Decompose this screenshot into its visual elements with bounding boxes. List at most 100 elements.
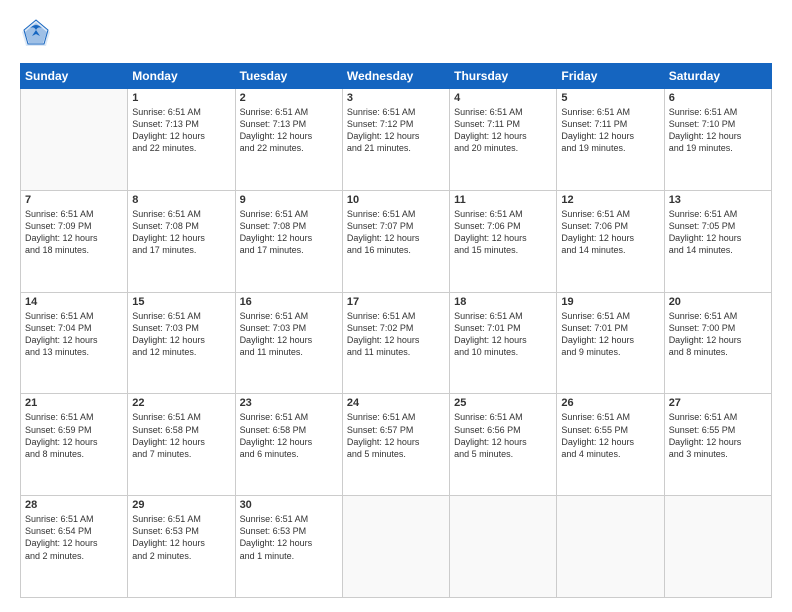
calendar-cell: 16 Sunrise: 6:51 AM Sunset: 7:03 PM Dayli… <box>235 292 342 394</box>
calendar-cell: 23 Sunrise: 6:51 AM Sunset: 6:58 PM Dayli… <box>235 394 342 496</box>
day-number: 21 <box>25 397 123 409</box>
logo <box>20 18 54 53</box>
calendar-cell: 12Sunrise: 6:51 AM Sunset: 7:06 PM Dayli… <box>557 190 664 292</box>
day-number: 6 <box>669 92 767 104</box>
page: SundayMondayTuesdayWednesdayThursdayFrid… <box>0 0 792 612</box>
day-number: 30 <box>240 499 338 511</box>
calendar-cell: 14 Sunrise: 6:51 AM Sunset: 7:04 PM Dayli… <box>21 292 128 394</box>
calendar-cell: 27 Sunrise: 6:51 AM Sunset: 6:55 PM Dayli… <box>664 394 771 496</box>
day-number: 13 <box>669 194 767 206</box>
day-info: Sunrise: 6:51 AM Sunset: 6:54 PM Dayligh… <box>25 513 123 562</box>
day-info: Sunrise: 6:51 AM Sunset: 7:11 PM Dayligh… <box>561 106 659 155</box>
day-number: 14 <box>25 296 123 308</box>
day-info: Sunrise: 6:51 AM Sunset: 7:01 PM Dayligh… <box>454 310 552 359</box>
calendar-cell <box>450 496 557 598</box>
day-info: Sunrise: 6:51 AM Sunset: 7:06 PM Dayligh… <box>454 208 552 257</box>
logo-icon <box>20 18 52 48</box>
day-info: Sunrise: 6:51 AM Sunset: 7:05 PM Dayligh… <box>669 208 767 257</box>
calendar-cell <box>664 496 771 598</box>
calendar-cell <box>557 496 664 598</box>
calendar-cell: 1 Sunrise: 6:51 AM Sunset: 7:13 PM Daylig… <box>128 89 235 191</box>
day-info: Sunrise: 6:51 AM Sunset: 6:53 PM Dayligh… <box>132 513 230 562</box>
day-number: 19 <box>561 296 659 308</box>
day-info: Sunrise: 6:51 AM Sunset: 7:13 PM Dayligh… <box>240 106 338 155</box>
day-info: Sunrise: 6:51 AM Sunset: 7:11 PM Dayligh… <box>454 106 552 155</box>
day-info: Sunrise: 6:51 AM Sunset: 7:03 PM Dayligh… <box>240 310 338 359</box>
calendar-cell: 19 Sunrise: 6:51 AM Sunset: 7:01 PM Dayli… <box>557 292 664 394</box>
day-info: Sunrise: 6:51 AM Sunset: 7:10 PM Dayligh… <box>669 106 767 155</box>
calendar-cell: 3Sunrise: 6:51 AM Sunset: 7:12 PM Daylig… <box>342 89 449 191</box>
day-info: Sunrise: 6:51 AM Sunset: 7:04 PM Dayligh… <box>25 310 123 359</box>
day-info: Sunrise: 6:51 AM Sunset: 6:58 PM Dayligh… <box>132 411 230 460</box>
calendar-cell: 21 Sunrise: 6:51 AM Sunset: 6:59 PM Dayli… <box>21 394 128 496</box>
day-number: 17 <box>347 296 445 308</box>
day-info: Sunrise: 6:51 AM Sunset: 7:03 PM Dayligh… <box>132 310 230 359</box>
weekday-header-tuesday: Tuesday <box>235 64 342 89</box>
day-number: 16 <box>240 296 338 308</box>
day-number: 4 <box>454 92 552 104</box>
day-number: 25 <box>454 397 552 409</box>
calendar-cell: 25 Sunrise: 6:51 AM Sunset: 6:56 PM Dayli… <box>450 394 557 496</box>
weekday-header-sunday: Sunday <box>21 64 128 89</box>
weekday-header-thursday: Thursday <box>450 64 557 89</box>
week-row-4: 21 Sunrise: 6:51 AM Sunset: 6:59 PM Dayli… <box>21 394 772 496</box>
day-info: Sunrise: 6:51 AM Sunset: 7:08 PM Dayligh… <box>132 208 230 257</box>
calendar-cell: 20 Sunrise: 6:51 AM Sunset: 7:00 PM Dayli… <box>664 292 771 394</box>
day-number: 22 <box>132 397 230 409</box>
calendar-cell: 9 Sunrise: 6:51 AM Sunset: 7:08 PM Daylig… <box>235 190 342 292</box>
calendar-table: SundayMondayTuesdayWednesdayThursdayFrid… <box>20 63 772 598</box>
calendar-cell: 29 Sunrise: 6:51 AM Sunset: 6:53 PM Dayli… <box>128 496 235 598</box>
calendar-cell: 24 Sunrise: 6:51 AM Sunset: 6:57 PM Dayli… <box>342 394 449 496</box>
day-number: 26 <box>561 397 659 409</box>
calendar-cell: 28 Sunrise: 6:51 AM Sunset: 6:54 PM Dayli… <box>21 496 128 598</box>
day-info: Sunrise: 6:51 AM Sunset: 6:59 PM Dayligh… <box>25 411 123 460</box>
day-number: 29 <box>132 499 230 511</box>
day-number: 28 <box>25 499 123 511</box>
week-row-2: 7 Sunrise: 6:51 AM Sunset: 7:09 PM Daylig… <box>21 190 772 292</box>
week-row-3: 14 Sunrise: 6:51 AM Sunset: 7:04 PM Dayli… <box>21 292 772 394</box>
calendar-cell: 6 Sunrise: 6:51 AM Sunset: 7:10 PM Daylig… <box>664 89 771 191</box>
day-number: 20 <box>669 296 767 308</box>
day-info: Sunrise: 6:51 AM Sunset: 7:07 PM Dayligh… <box>347 208 445 257</box>
day-info: Sunrise: 6:51 AM Sunset: 7:01 PM Dayligh… <box>561 310 659 359</box>
day-number: 15 <box>132 296 230 308</box>
day-number: 7 <box>25 194 123 206</box>
day-info: Sunrise: 6:51 AM Sunset: 7:02 PM Dayligh… <box>347 310 445 359</box>
day-info: Sunrise: 6:51 AM Sunset: 7:00 PM Dayligh… <box>669 310 767 359</box>
calendar-cell: 26 Sunrise: 6:51 AM Sunset: 6:55 PM Dayli… <box>557 394 664 496</box>
calendar-cell <box>342 496 449 598</box>
day-number: 10 <box>347 194 445 206</box>
calendar-cell: 18Sunrise: 6:51 AM Sunset: 7:01 PM Dayli… <box>450 292 557 394</box>
calendar-cell: 15 Sunrise: 6:51 AM Sunset: 7:03 PM Dayli… <box>128 292 235 394</box>
weekday-header-row: SundayMondayTuesdayWednesdayThursdayFrid… <box>21 64 772 89</box>
day-number: 5 <box>561 92 659 104</box>
day-number: 3 <box>347 92 445 104</box>
calendar-cell: 13 Sunrise: 6:51 AM Sunset: 7:05 PM Dayli… <box>664 190 771 292</box>
day-number: 23 <box>240 397 338 409</box>
day-number: 27 <box>669 397 767 409</box>
day-info: Sunrise: 6:51 AM Sunset: 7:08 PM Dayligh… <box>240 208 338 257</box>
day-number: 11 <box>454 194 552 206</box>
day-info: Sunrise: 6:51 AM Sunset: 6:55 PM Dayligh… <box>669 411 767 460</box>
day-info: Sunrise: 6:51 AM Sunset: 7:09 PM Dayligh… <box>25 208 123 257</box>
day-number: 8 <box>132 194 230 206</box>
day-info: Sunrise: 6:51 AM Sunset: 6:57 PM Dayligh… <box>347 411 445 460</box>
day-number: 1 <box>132 92 230 104</box>
day-info: Sunrise: 6:51 AM Sunset: 7:13 PM Dayligh… <box>132 106 230 155</box>
header <box>20 18 772 53</box>
weekday-header-monday: Monday <box>128 64 235 89</box>
calendar-cell: 2 Sunrise: 6:51 AM Sunset: 7:13 PM Daylig… <box>235 89 342 191</box>
day-number: 2 <box>240 92 338 104</box>
calendar-cell: 4 Sunrise: 6:51 AM Sunset: 7:11 PM Daylig… <box>450 89 557 191</box>
calendar-cell: 10 Sunrise: 6:51 AM Sunset: 7:07 PM Dayli… <box>342 190 449 292</box>
day-number: 12 <box>561 194 659 206</box>
day-number: 9 <box>240 194 338 206</box>
day-info: Sunrise: 6:51 AM Sunset: 6:55 PM Dayligh… <box>561 411 659 460</box>
day-info: Sunrise: 6:51 AM Sunset: 6:58 PM Dayligh… <box>240 411 338 460</box>
calendar-cell: 22 Sunrise: 6:51 AM Sunset: 6:58 PM Dayli… <box>128 394 235 496</box>
calendar-cell: 8 Sunrise: 6:51 AM Sunset: 7:08 PM Daylig… <box>128 190 235 292</box>
day-info: Sunrise: 6:51 AM Sunset: 6:56 PM Dayligh… <box>454 411 552 460</box>
weekday-header-wednesday: Wednesday <box>342 64 449 89</box>
day-number: 24 <box>347 397 445 409</box>
day-info: Sunrise: 6:51 AM Sunset: 6:53 PM Dayligh… <box>240 513 338 562</box>
